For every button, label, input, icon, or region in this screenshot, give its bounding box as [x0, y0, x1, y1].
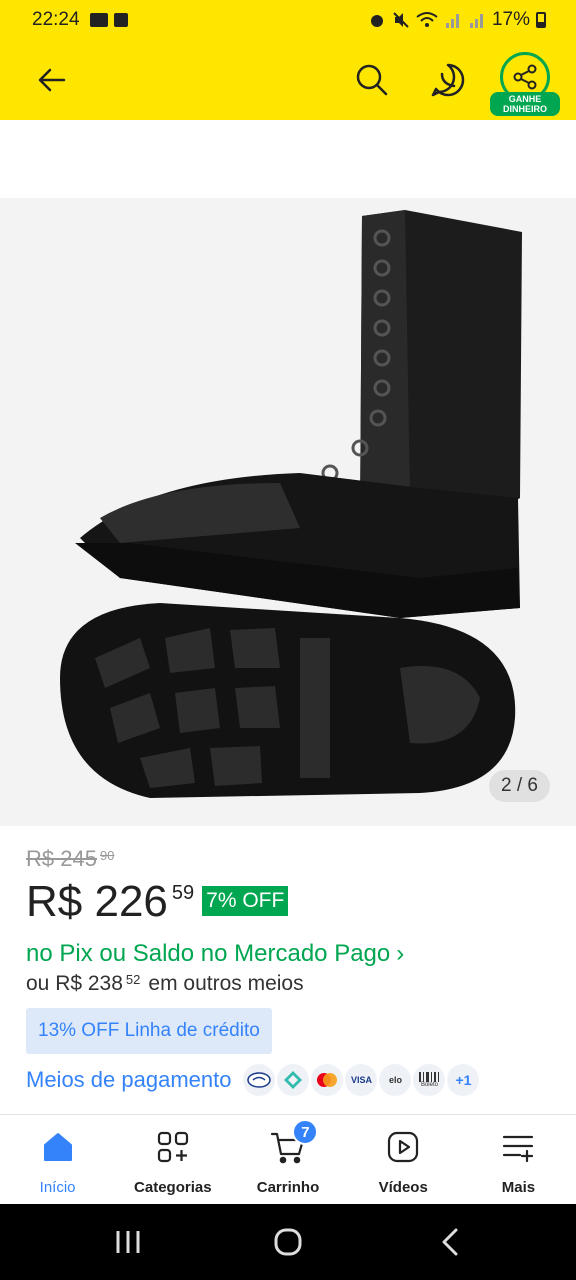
pix-payment-link[interactable]: no Pix ou Saldo no Mercado Pago ›: [26, 940, 556, 968]
categories-icon: [155, 1129, 191, 1165]
nav-label-cart: Carrinho: [256, 1179, 320, 1196]
signal-icon-2: [469, 14, 483, 28]
current-price-row: R$ 226 59 7% OFF: [26, 878, 556, 926]
status-time: 22:24: [32, 9, 80, 30]
chevron-right-icon: ›: [396, 940, 405, 967]
home-system-button[interactable]: [268, 1224, 308, 1260]
credit-offer-badge[interactable]: 13% OFF Linha de crédito: [26, 1008, 272, 1054]
search-button[interactable]: [352, 60, 392, 100]
signal-icon: [445, 14, 459, 28]
home-circle-icon: [274, 1228, 302, 1256]
nav-item-cart[interactable]: 7 Carrinho: [230, 1115, 345, 1204]
battery-icon: [536, 12, 546, 28]
notification-icons: [89, 13, 128, 27]
share-label: GANHE DINHEIRO: [490, 92, 560, 116]
image-counter: 2 / 6: [489, 770, 550, 802]
chevron-left-icon: [442, 1228, 458, 1256]
alarm-icon: [370, 15, 383, 27]
share-earn-button[interactable]: GANHE DINHEIRO: [490, 52, 560, 116]
nav-label-home: Início: [39, 1179, 76, 1196]
mastercard-icon: [311, 1064, 344, 1096]
pix-icon: [277, 1064, 310, 1096]
video-icon: [385, 1129, 421, 1165]
arrow-left-icon: [38, 68, 66, 92]
more-payment-methods[interactable]: +1: [447, 1064, 480, 1096]
nav-label-categories: Categorias: [134, 1179, 212, 1196]
nav-item-categories[interactable]: Categorias: [115, 1115, 230, 1204]
whatsapp-icon: [431, 63, 465, 97]
nav-label-more: Mais: [501, 1179, 536, 1196]
price-section: R$ 245 90 R$ 226 59 7% OFF no Pix ou Sal…: [26, 846, 556, 1096]
nav-item-more[interactable]: Mais: [461, 1115, 576, 1204]
back-button[interactable]: [34, 62, 70, 98]
other-price-suffix: em outros meios: [148, 972, 304, 995]
current-price-cents: 59: [171, 882, 195, 904]
boleto-label: Boleto: [420, 1082, 438, 1088]
recent-apps-icon: [116, 1231, 140, 1253]
nav-label-videos: Vídeos: [378, 1179, 428, 1196]
app-header: GANHE DINHEIRO: [0, 40, 576, 120]
nav-item-videos[interactable]: Vídeos: [346, 1115, 461, 1204]
mercadopago-icon: [243, 1064, 276, 1096]
original-price-value: R$ 245: [26, 846, 97, 871]
discount-badge: 7% OFF: [202, 886, 289, 916]
notification-icon: [113, 13, 128, 27]
original-price-cents: 90: [99, 848, 115, 863]
cart-badge: 7: [292, 1119, 319, 1145]
original-price: R$ 245 90: [26, 846, 114, 872]
visa-icon: VISA: [345, 1064, 378, 1096]
boleto-icon: Boleto: [413, 1064, 446, 1096]
other-price-value: ou R$ 238: [26, 972, 123, 995]
other-price-cents: 52: [125, 972, 141, 987]
elo-icon: elo: [379, 1064, 412, 1096]
product-image-gallery[interactable]: 2 / 6: [0, 198, 576, 826]
notification-icon: [89, 13, 108, 27]
boot-image: [60, 210, 522, 798]
nav-item-home[interactable]: Início: [0, 1115, 115, 1204]
whatsapp-share-button[interactable]: [428, 60, 468, 100]
mute-icon: [393, 12, 409, 28]
home-icon: [40, 1129, 76, 1165]
share-icon: [513, 64, 537, 90]
payment-methods-link[interactable]: Meios de pagamento: [26, 1067, 231, 1093]
battery-percent: 17%: [491, 9, 530, 30]
status-right: 17%: [368, 9, 546, 31]
status-bar: 22:24 17%: [0, 0, 576, 40]
recent-apps-button[interactable]: [108, 1224, 148, 1260]
search-icon: [356, 64, 388, 96]
other-methods-price: ou R$ 238 52 em outros meios: [26, 972, 556, 996]
back-system-button[interactable]: [430, 1224, 470, 1260]
menu-plus-icon: [500, 1129, 536, 1165]
current-price: R$ 226: [26, 877, 168, 926]
bottom-navigation: Início Categorias 7 Carrinho Vídeos Mais: [0, 1114, 576, 1204]
payment-icons: VISA elo Boleto +1: [243, 1064, 480, 1096]
payment-methods-row[interactable]: Meios de pagamento VISA elo Boleto +1: [26, 1064, 556, 1096]
system-navigation-bar: [0, 1204, 576, 1280]
pix-text: no Pix ou Saldo no Mercado Pago: [26, 940, 391, 967]
wifi-icon: [416, 12, 438, 27]
